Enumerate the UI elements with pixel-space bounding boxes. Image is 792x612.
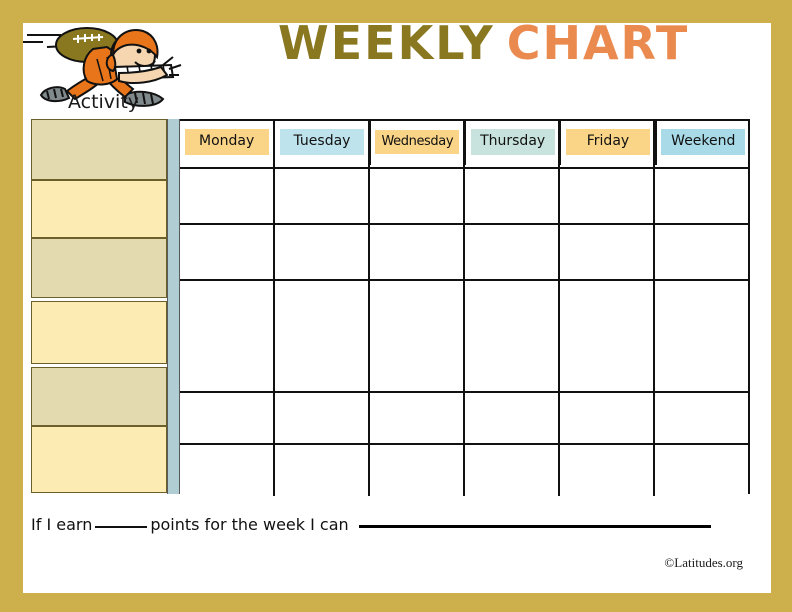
activity-block[interactable] [31,238,167,298]
worksheet: WEEKLY CHART Activity Monday Tuesday Wed… [23,20,771,593]
table-cell[interactable] [465,169,560,223]
day-header-weekend: Weekend [657,119,750,165]
table-cell[interactable] [655,445,748,496]
table-cell[interactable] [275,169,370,223]
page-title: WEEKLY CHART [278,20,689,66]
day-chip-label: Thursday [470,129,555,155]
copyright-credit: ©Latitudes.org [664,555,743,570]
weekly-chart-table: Monday Tuesday Wednesday Thursday Friday… [31,119,750,496]
header: WEEKLY CHART [23,20,771,107]
table-cell[interactable] [560,445,655,496]
table-row [180,391,748,443]
table-cell[interactable] [180,169,275,223]
table-cell[interactable] [560,169,655,223]
table-cell[interactable] [180,225,275,279]
table-cell[interactable] [275,445,370,496]
day-chip-label: Monday [184,129,269,155]
table-cell[interactable] [180,393,275,443]
activity-block[interactable] [31,119,167,180]
day-header-tuesday: Tuesday [275,119,371,165]
table-cell[interactable] [655,225,748,279]
table-cell[interactable] [655,393,748,443]
reward-blank-field[interactable] [358,525,711,528]
table-cell[interactable] [655,281,748,391]
table-row [180,443,748,496]
table-cell[interactable] [370,281,465,391]
day-chip-label: Tuesday [279,129,364,155]
table-row [180,223,748,279]
day-chip-label: Wednesday [375,129,460,155]
title-word-weekly: WEEKLY [278,16,495,70]
table-row [180,167,748,223]
table-cell[interactable] [275,225,370,279]
reward-text-before: If I earn [31,515,93,534]
day-header-monday: Monday [180,119,276,165]
table-cell[interactable] [465,281,560,391]
reward-text-middle: points for the week I can [150,515,349,534]
table-cell[interactable] [370,169,465,223]
table-cell[interactable] [560,281,655,391]
table-cell[interactable] [560,393,655,443]
points-blank-field[interactable] [95,526,148,528]
table-cell[interactable] [370,393,465,443]
title-word-chart: CHART [506,16,690,70]
table-cell[interactable] [180,281,275,391]
activity-block[interactable] [31,301,167,364]
table-cell[interactable] [560,225,655,279]
day-header-chips: Monday Tuesday Wednesday Thursday Friday… [180,119,750,165]
activity-block[interactable] [31,367,167,426]
activity-block[interactable] [31,426,167,493]
column-divider [167,119,180,494]
table-cell[interactable] [370,445,465,496]
table-cell[interactable] [275,281,370,391]
day-header-friday: Friday [561,119,657,165]
table-row [180,279,748,391]
table-cell[interactable] [370,225,465,279]
table-cell[interactable] [655,169,748,223]
activity-block[interactable] [31,180,167,238]
table-cell[interactable] [275,393,370,443]
activity-column-label: Activity [67,91,140,113]
table-cell[interactable] [180,445,275,496]
page-frame: WEEKLY CHART Activity Monday Tuesday Wed… [0,0,792,612]
activity-column [31,119,167,494]
reward-sentence: If I earn points for the week I can [31,515,746,541]
table-cell[interactable] [465,393,560,443]
day-header-wednesday: Wednesday [371,119,466,165]
day-grid [180,119,750,496]
day-chip-label: Friday [565,129,650,155]
day-header-thursday: Thursday [466,119,562,165]
table-cell[interactable] [465,225,560,279]
table-cell[interactable] [465,445,560,496]
day-chip-label: Weekend [661,129,746,155]
